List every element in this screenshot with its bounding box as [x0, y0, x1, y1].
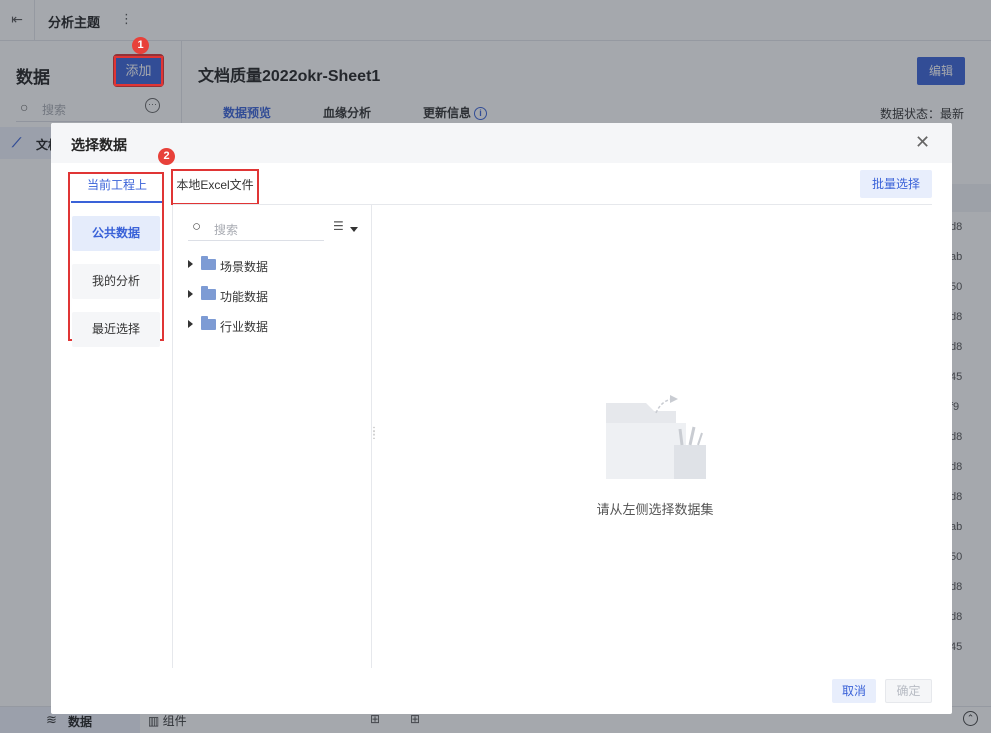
annotation-box-add — [114, 56, 163, 86]
chevron-down-icon[interactable] — [350, 227, 358, 232]
resize-handle-icon[interactable]: ⋮ ⋮ — [369, 427, 379, 441]
tree-item-label: 功能数据 — [220, 290, 269, 304]
dialog-title: 选择数据 — [71, 137, 127, 153]
tree-search-placeholder: 搜索 — [214, 223, 239, 237]
folder-icon — [201, 316, 216, 330]
category-public-data[interactable]: 公共数据 — [72, 216, 160, 251]
tab-current-project[interactable]: 当前工程上 — [71, 171, 163, 203]
batch-select-button[interactable]: 批量选择 — [860, 170, 932, 198]
category-recent[interactable]: 最近选择 — [72, 312, 160, 347]
confirm-button[interactable]: 确定 — [885, 679, 932, 703]
close-icon[interactable]: ✕ — [915, 132, 930, 152]
category-my-analysis[interactable]: 我的分析 — [72, 264, 160, 299]
divider — [172, 205, 173, 668]
select-data-dialog: 选择数据 ✕ 当前工程上 本地Excel文件 批量选择 公共数据 我的分析 最近… — [51, 123, 952, 714]
tree-item-label: 场景数据 — [220, 260, 269, 274]
caret-right-icon[interactable] — [188, 290, 193, 298]
tree-item-label: 行业数据 — [220, 320, 269, 334]
tree-search-input[interactable]: ○ 搜索 — [188, 215, 324, 241]
folder-icon — [201, 256, 216, 270]
folder-icon — [201, 286, 216, 300]
empty-state-text: 请从左侧选择数据集 — [596, 502, 714, 517]
empty-folder-illustration — [606, 395, 706, 479]
caret-right-icon[interactable] — [188, 320, 193, 328]
dialog-header: 选择数据 ✕ — [51, 123, 952, 163]
caret-right-icon[interactable] — [188, 260, 193, 268]
tab-local-excel[interactable]: 本地Excel文件 — [171, 169, 259, 205]
annotation-badge-2: 2 — [158, 148, 175, 165]
annotation-badge-1: 1 — [132, 37, 149, 54]
cancel-button[interactable]: 取消 — [832, 679, 876, 703]
divider — [173, 204, 932, 205]
sort-icon[interactable]: ☰ — [333, 219, 344, 233]
search-icon: ○ — [192, 218, 202, 235]
